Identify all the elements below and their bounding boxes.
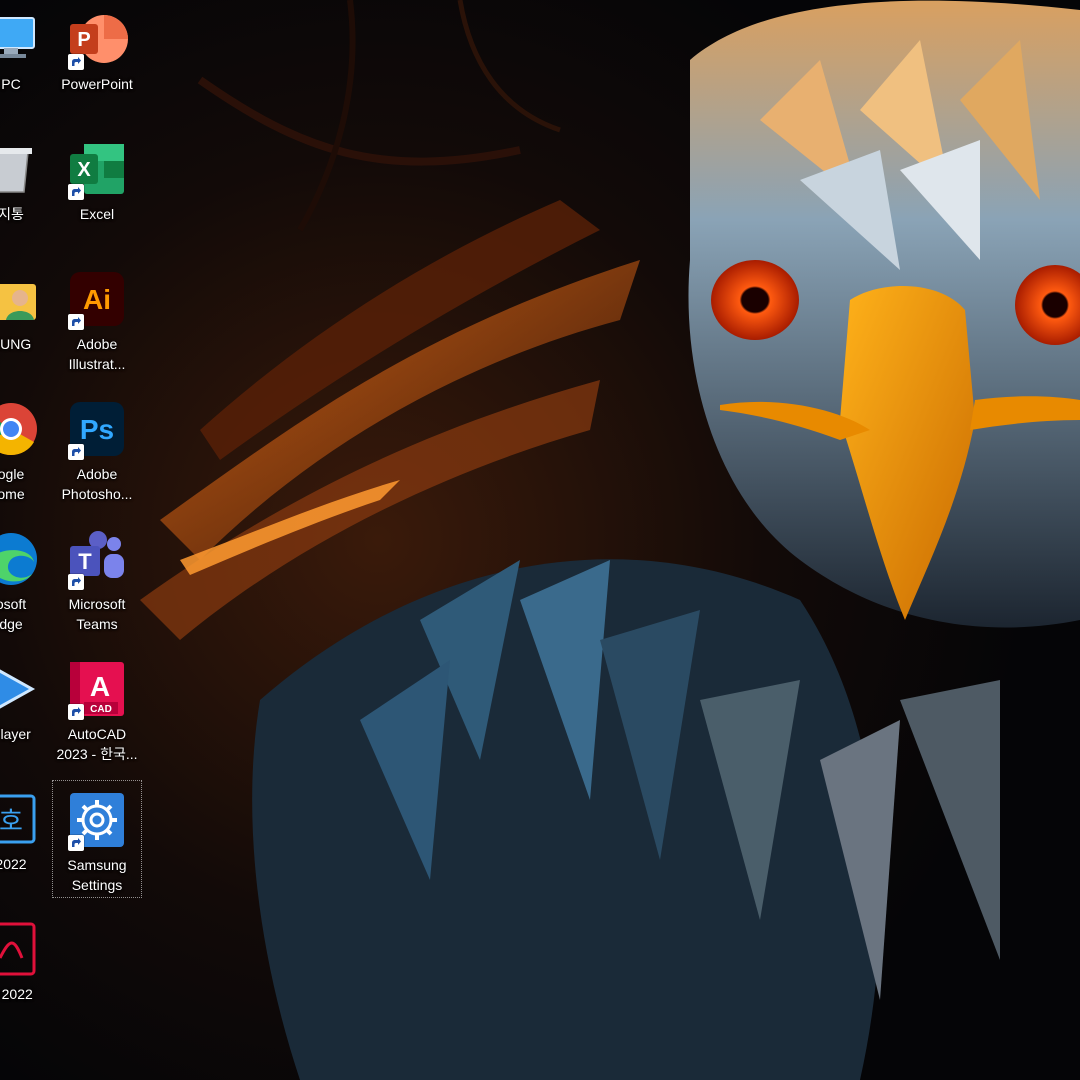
adobe-illustrator-icon: Ai [66, 268, 128, 330]
google-chrome-icon [0, 398, 42, 460]
shortcut-arrow-icon [68, 704, 84, 720]
media-player-icon [0, 658, 42, 720]
desktop-shortcut-excel[interactable]: X Excel [52, 130, 142, 248]
shortcut-arrow-icon [72, 187, 81, 196]
desktop-shortcut-powerpoint[interactable]: P PowerPoint [52, 0, 142, 118]
microsoft-teams-icon: T [66, 528, 128, 590]
svg-text:호: 호 [0, 807, 23, 837]
recycle-bin-icon [0, 138, 42, 200]
desktop-shortcut-label: ogle ome [0, 466, 25, 502]
svg-text:Ps: Ps [80, 414, 114, 445]
svg-text:Ai: Ai [83, 284, 111, 315]
desktop-shortcut-label: Excel [79, 206, 115, 222]
svg-text:A: A [90, 671, 110, 702]
desktop-shortcut-label: 2022 [0, 856, 27, 872]
desktop-shortcut-label: Adobe Photosho... [61, 466, 133, 502]
desktop-shortcut-label: AutoCAD 2023 - 한국... [56, 726, 138, 762]
pdf-2022-icon [0, 918, 42, 980]
desktop-shortcut-label: Microsoft Teams [68, 596, 126, 632]
desktop-shortcut-adobe-illustrator[interactable]: Ai Adobe Illustrat... [52, 260, 142, 378]
shortcut-arrow-icon [68, 574, 84, 590]
svg-text:X: X [77, 159, 91, 181]
svg-text:CAD: CAD [90, 704, 112, 715]
shortcut-arrow-icon [68, 184, 84, 200]
desktop-shortcut-label: F 2022 [1, 986, 33, 1002]
shortcut-arrow-icon [72, 317, 81, 326]
powerpoint-icon: P [66, 8, 128, 70]
desktop-shortcut-label: Adobe Illustrat... [68, 336, 126, 372]
hancom-2022-icon: 호 [0, 788, 42, 850]
shortcut-arrow-icon [72, 57, 81, 66]
desktop-shortcut-microsoft-edge[interactable]: osoft dge [0, 520, 56, 638]
adobe-photoshop-icon: Ps [66, 398, 128, 460]
desktop-shortcut-google-chrome[interactable]: ogle ome [0, 390, 56, 508]
svg-text:P: P [77, 29, 90, 51]
desktop-shortcut-media-player[interactable]: Player [0, 650, 56, 768]
svg-text:T: T [78, 549, 92, 574]
shortcut-arrow-icon [72, 707, 81, 716]
desktop-shortcut-samsung-settings[interactable]: Samsung Settings [52, 780, 142, 898]
shortcut-arrow-icon [68, 314, 84, 330]
shortcut-arrow-icon [68, 444, 84, 460]
desktop-shortcut-label: PC [1, 76, 21, 92]
desktop-shortcut-label: PowerPoint [61, 76, 133, 92]
desktop-shortcut-label: osoft dge [0, 596, 27, 632]
desktop-shortcut-recycle-bin[interactable]: 지통 [0, 130, 56, 248]
desktop-wallpaper [0, 0, 1080, 1080]
samsung-user-folder-icon [0, 268, 42, 330]
desktop-shortcut-hancom-2022[interactable]: 호 2022 [0, 780, 56, 898]
autocad-icon: A CAD [66, 658, 128, 720]
desktop-shortcut-autocad[interactable]: A CAD AutoCAD 2023 - 한국... [52, 650, 142, 768]
desktop-shortcut-label: SUNG [0, 336, 32, 352]
shortcut-arrow-icon [68, 835, 84, 851]
excel-icon: X [66, 138, 128, 200]
microsoft-edge-icon [0, 528, 42, 590]
desktop-shortcut-microsoft-teams[interactable]: T Microsoft Teams [52, 520, 142, 638]
desktop-shortcut-label: Samsung Settings [67, 857, 127, 893]
shortcut-arrow-icon [72, 577, 81, 586]
desktop-shortcut-label: Player [0, 726, 31, 742]
desktop-shortcut-pdf-2022[interactable]: F 2022 [0, 910, 56, 1028]
shortcut-arrow-icon [68, 54, 84, 70]
desktop-shortcut-this-pc[interactable]: PC [0, 0, 56, 118]
shortcut-arrow-icon [72, 447, 81, 456]
desktop-shortcut-label: 지통 [0, 206, 24, 222]
samsung-settings-icon [66, 789, 128, 851]
shortcut-arrow-icon [72, 838, 81, 847]
desktop-shortcut-adobe-photoshop[interactable]: Ps Adobe Photosho... [52, 390, 142, 508]
desktop-shortcut-samsung-user-folder[interactable]: SUNG [0, 260, 56, 378]
this-pc-icon [0, 8, 42, 70]
